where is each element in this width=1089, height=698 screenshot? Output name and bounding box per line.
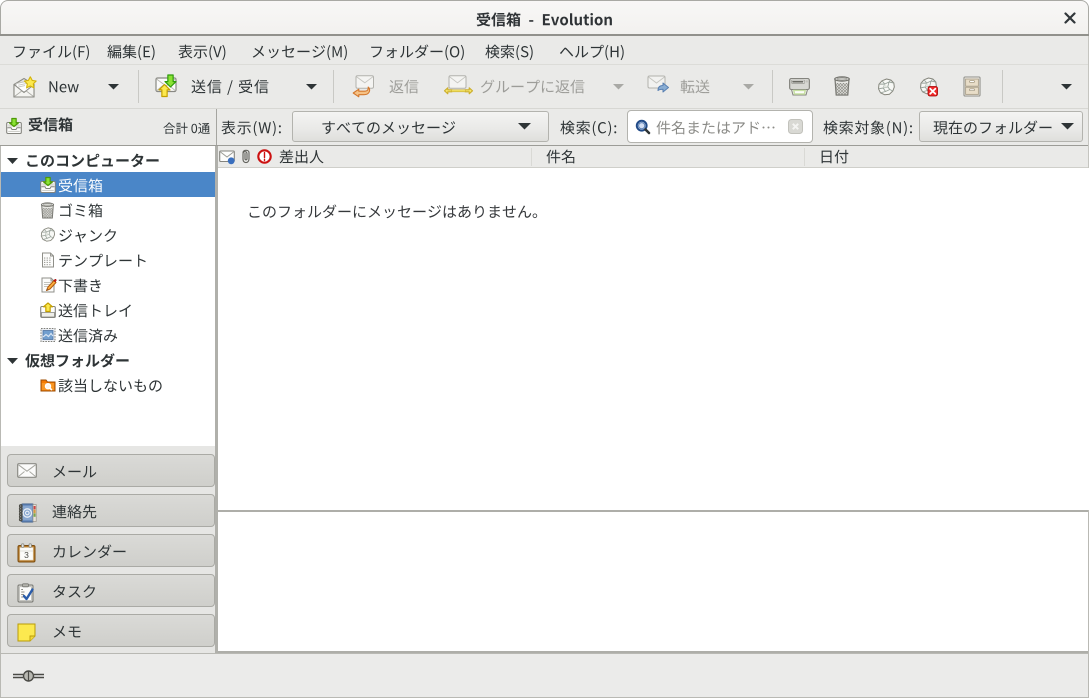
svg-text:3: 3 xyxy=(24,550,29,560)
